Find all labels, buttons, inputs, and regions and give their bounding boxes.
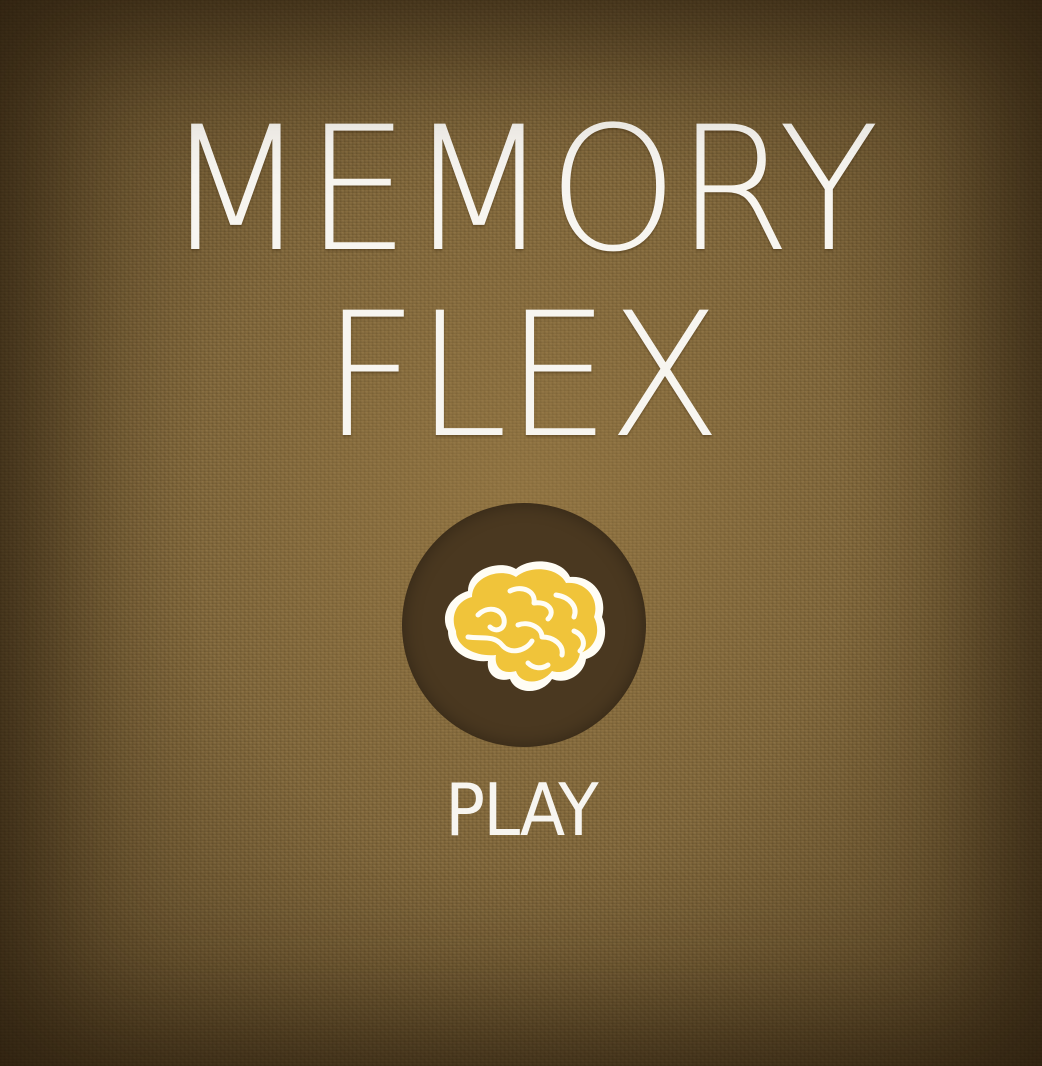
play-label[interactable]: PLAY (42, 774, 1001, 846)
brain-icon (444, 561, 606, 691)
game-title-line-2: FLEX (322, 275, 722, 476)
game-title-line-1: MEMORY (164, 89, 880, 290)
play-button[interactable] (402, 503, 646, 747)
main-menu-screen: MEMORY FLEX PLAY (0, 0, 1042, 1066)
